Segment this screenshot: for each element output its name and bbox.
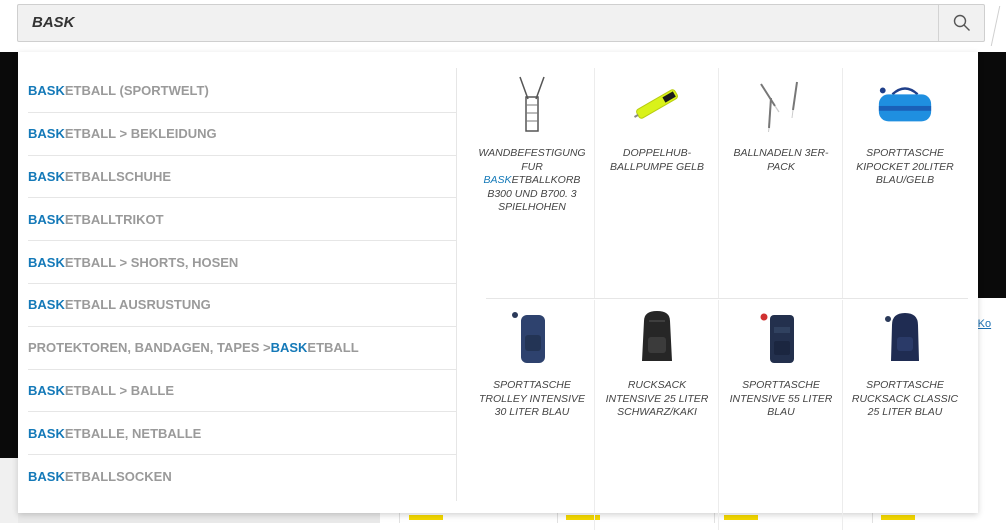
suggestion-match: BASK <box>28 211 65 227</box>
product-name: SPORTTASCHE KIPOCKET 20LITER BLAU/GELB <box>856 147 954 186</box>
product-name: RUCKSACK INTENSIVE 25 LITER SCHWARZ/KAKI <box>605 379 709 418</box>
suggestion-match: BASK <box>28 382 65 398</box>
suggestion-match: BASK <box>28 469 65 485</box>
suggestion-text: ETBALL AUSRUSTUNG <box>64 297 211 313</box>
suggestion-match: BASK <box>28 83 65 99</box>
page-edge <box>990 6 1006 46</box>
trolley-bag-icon <box>502 306 562 366</box>
suggestion-list: BASK ETBALL (SPORTWELT) BASK ETBALL > BEKLE… <box>28 70 456 498</box>
suggestion-text: ETBALLSCHUHE <box>64 168 172 184</box>
suggestion-text: ETBALL > SHORTS, HOSEN <box>64 254 239 270</box>
search-button[interactable] <box>939 5 985 41</box>
product-row-divider <box>486 298 968 299</box>
ball-pump-icon <box>627 74 687 134</box>
suggestion-text: ETBALL > BEKLEIDUNG <box>64 126 217 142</box>
suggestion-item[interactable]: BASK ETBALLSCHUHE <box>28 156 456 199</box>
product-card[interactable]: SPORTTASCHE KIPOCKET 20LITER BLAU/GELB <box>842 68 966 298</box>
suggestion-item[interactable]: BASK ETBALL (SPORTWELT) <box>28 70 456 113</box>
suggestion-text: ETBALLTRIKOT <box>64 211 164 227</box>
suggestion-text: ETBALL (SPORTWELT) <box>64 83 209 99</box>
search-input[interactable] <box>32 5 912 41</box>
suggestion-text: ETBALL > BALLE <box>64 382 175 398</box>
product-name: DOPPELHUB-BALLPUMPE GELB <box>610 147 704 173</box>
price-tag-accent <box>409 515 443 520</box>
product-name: SPORTTASCHE INTENSIVE 55 LITER BLAU <box>729 379 833 418</box>
suggestion-item[interactable]: BASK ETBALL > SHORTS, HOSEN <box>28 241 456 284</box>
page-background-bottom <box>0 458 18 523</box>
suggestion-item[interactable]: PROTEKTOREN, BANDAGEN, TAPES > BASK ETBAL… <box>28 327 456 370</box>
product-card[interactable]: SPORTTASCHE INTENSIVE 55 LITER BLAU <box>718 300 842 530</box>
suggestion-item[interactable]: BASK ETBALL > BEKLEIDUNG <box>28 113 456 156</box>
backpack-navy-icon <box>875 306 935 366</box>
ball-needles-icon <box>751 74 811 134</box>
dropdown-divider <box>456 68 457 501</box>
suggestion-text: ETBALLSOCKEN <box>64 469 172 485</box>
product-card[interactable]: DOPPELHUB-BALLPUMPE GELB <box>594 68 718 298</box>
product-card[interactable]: SPORTTASCHE TROLLEY INTENSIVE 30 LITER B… <box>470 300 594 530</box>
suggestion-item[interactable]: BASK ETBALL AUSRUSTUNG <box>28 284 456 327</box>
search-bar <box>17 4 985 42</box>
search-suggestions-dropdown: BASK ETBALL (SPORTWELT) BASK ETBALL > BEKLE… <box>18 52 978 530</box>
product-name: SPORTTASCHE TROLLEY INTENSIVE 30 LITER B… <box>478 379 585 418</box>
suggestion-match: BASK <box>28 126 65 142</box>
suggestion-match: BASK <box>28 425 65 441</box>
sports-bag-icon <box>875 74 935 134</box>
product-card[interactable]: SPORTTASCHE RUCKSACK CLASSIC 25 LITER BL… <box>842 300 966 530</box>
backpack-black-icon <box>627 306 687 366</box>
suggestion-match: BASK <box>28 254 65 270</box>
product-name: BALLNADELN 3ER-PACK <box>733 147 829 173</box>
suggestion-text: ETBALLE, NETBALLE <box>64 425 202 441</box>
suggestion-item[interactable]: BASK ETBALLTRIKOT <box>28 198 456 242</box>
suggestion-text: ETBALL <box>307 340 359 356</box>
product-name: SPORTTASCHE RUCKSACK CLASSIC 25 LITER BL… <box>851 379 959 418</box>
suggestion-item[interactable]: BASK ETBALLE, NETBALLE <box>28 412 456 456</box>
suggestion-match: BASK <box>28 297 65 313</box>
page-background-left <box>0 52 18 458</box>
suggestion-match: BASK <box>28 168 65 184</box>
product-suggestions: WANDBEFESTIGUNG FUR BASKETBALLKORB B300 … <box>470 68 968 530</box>
suggestion-item[interactable]: BASK ETBALL > BALLE <box>28 370 456 413</box>
product-card[interactable]: WANDBEFESTIGUNG FUR BASKETBALLKORB B300 … <box>470 68 594 298</box>
page-background-right <box>978 52 1006 298</box>
product-card[interactable]: RUCKSACK INTENSIVE 25 LITER SCHWARZ/KAKI <box>594 300 718 530</box>
wall-mount-icon <box>502 74 562 134</box>
suggestion-match: BASK <box>270 340 308 356</box>
suggestion-item[interactable]: BASK ETBALLSOCKEN <box>28 455 456 498</box>
search-icon <box>953 14 970 31</box>
product-card[interactable]: BALLNADELN 3ER-PACK <box>718 68 842 298</box>
page-background-strip <box>18 513 380 523</box>
product-name: WANDBEFESTIGUNG FUR BASKETBALLKORB B300 … <box>478 147 586 213</box>
suggestion-text: PROTEKTOREN, BANDAGEN, TAPES > <box>28 340 271 356</box>
duffel-backpack-icon <box>751 306 811 366</box>
